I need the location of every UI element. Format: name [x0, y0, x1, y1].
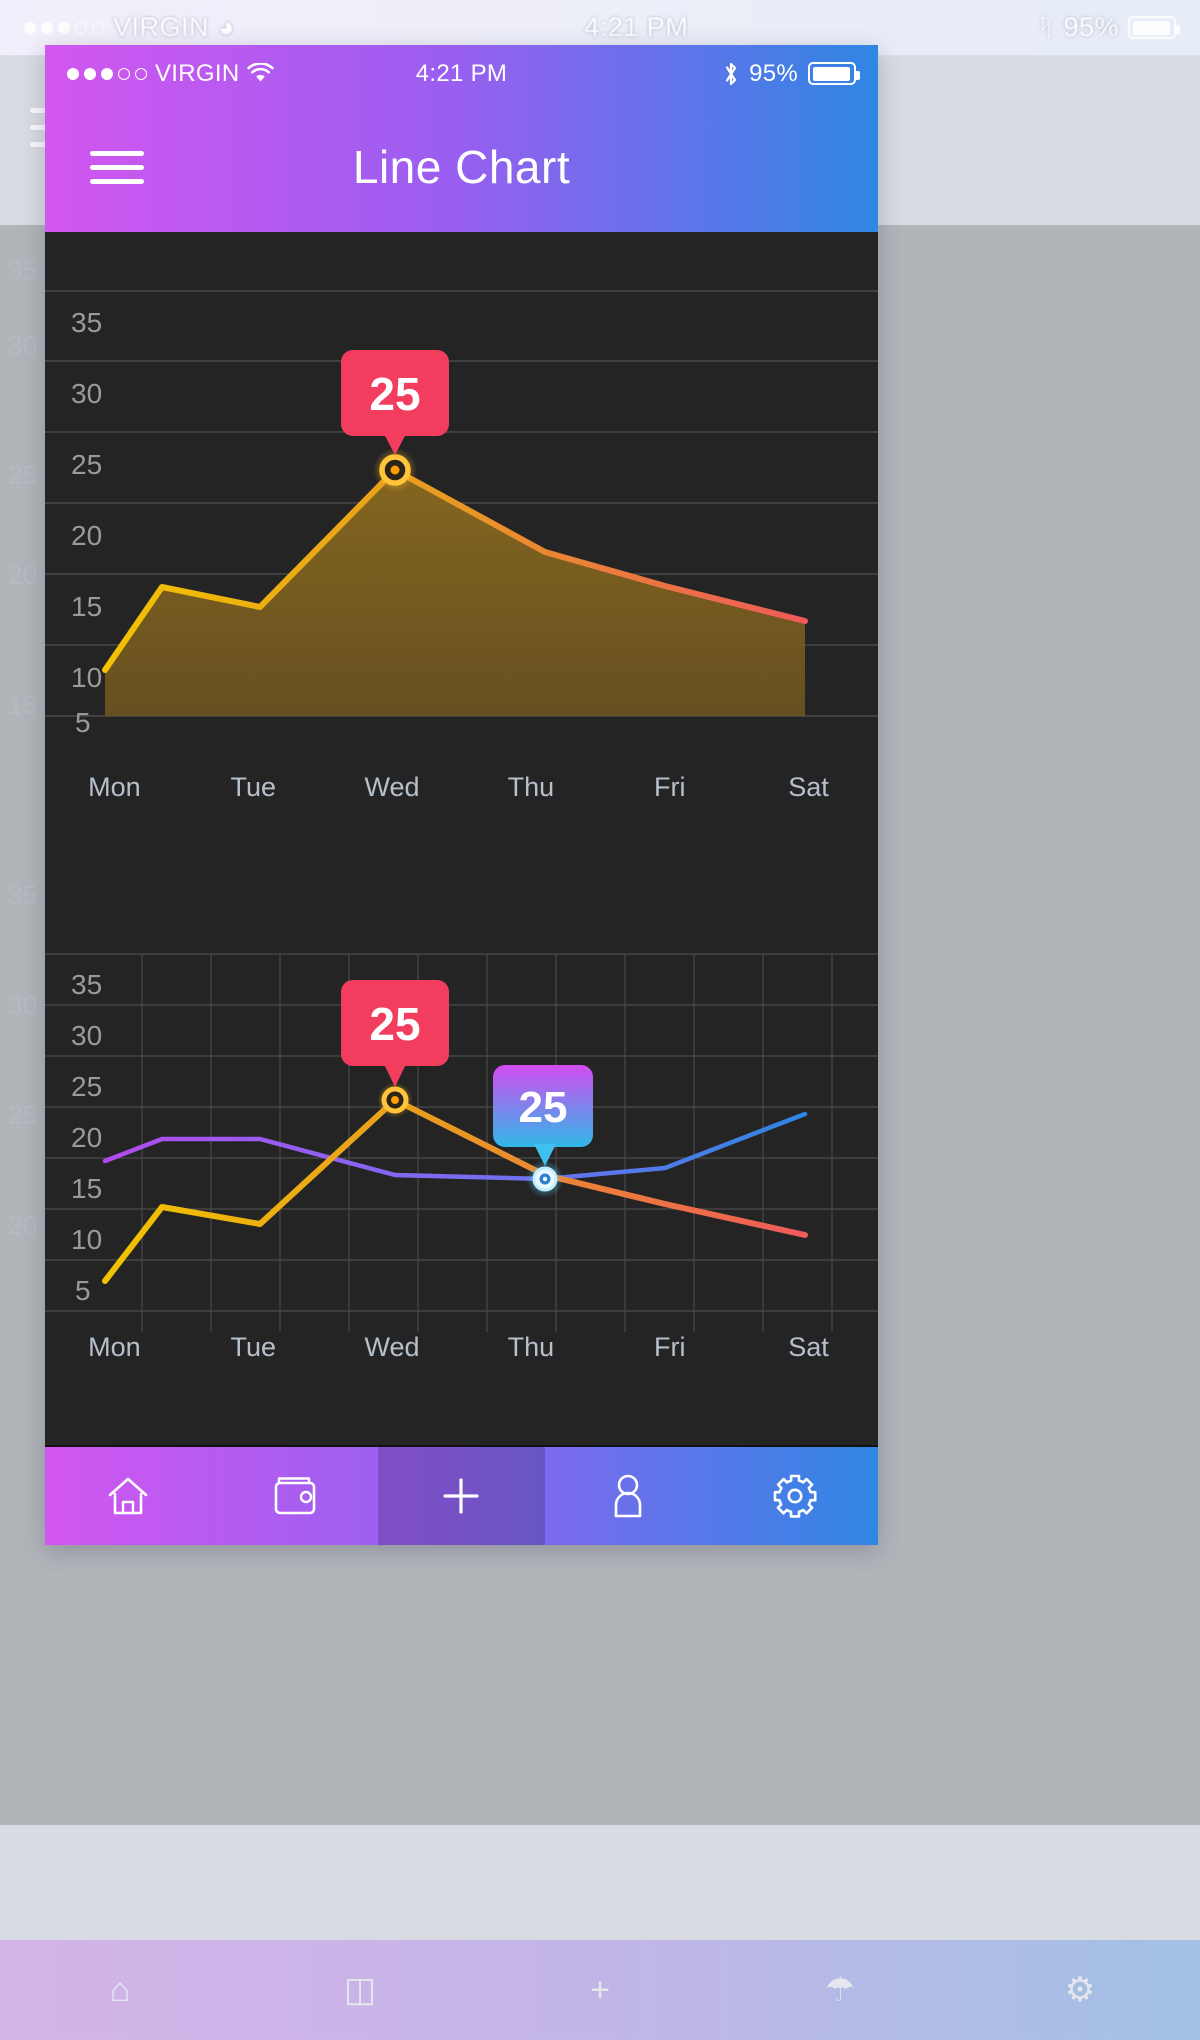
tab-profile[interactable] — [545, 1447, 712, 1545]
tooltip-value-label: 25 — [369, 998, 420, 1050]
bluetooth-icon — [723, 61, 739, 87]
background-y-label: 25 — [8, 1100, 37, 1130]
svg-text:15: 15 — [71, 1173, 102, 1204]
background-battery-icon — [1128, 16, 1180, 39]
carrier-label: VIRGIN — [155, 59, 240, 87]
page-title: Line Chart — [352, 141, 571, 193]
gear-icon — [771, 1472, 819, 1520]
x-label-thu: Thu — [507, 772, 555, 802]
background-tab-wallet: ◫ — [343, 1971, 377, 2009]
tooltip-callout-red[interactable]: 25 — [341, 980, 449, 1087]
y-axis-labels: 35 30 25 20 15 10 5 — [71, 969, 102, 1306]
hamburger-menu-icon[interactable] — [90, 142, 144, 193]
x-label-sat: Sat — [788, 1332, 829, 1362]
plus-icon — [438, 1473, 484, 1519]
background-signal-dots — [24, 21, 104, 34]
x-label-tue: Tue — [230, 772, 276, 802]
x-label-wed: Wed — [364, 1332, 420, 1362]
svg-text:20: 20 — [71, 520, 102, 551]
signal-strength-dots — [67, 67, 147, 80]
svg-text:10: 10 — [71, 1224, 102, 1255]
tooltip-callout-red[interactable]: 25 — [341, 350, 449, 455]
tab-add[interactable] — [378, 1447, 545, 1545]
series-a-line — [102, 1097, 808, 1284]
tab-wallet[interactable] — [212, 1447, 379, 1545]
navigation-bar: Line Chart — [45, 102, 878, 232]
x-axis-labels-bottom: Mon Tue Wed Thu Fri Sat — [45, 1332, 878, 1392]
tab-home[interactable] — [45, 1447, 212, 1545]
wifi-icon — [247, 63, 275, 84]
svg-text:20: 20 — [71, 1122, 102, 1153]
background-time-label: 4:21 PM — [584, 12, 689, 42]
x-label-mon: Mon — [88, 1332, 141, 1362]
background-y-label: 25 — [8, 460, 37, 490]
grid-lines — [45, 953, 878, 1332]
x-label-tue: Tue — [230, 1332, 276, 1362]
background-carrier-label: VIRGIN — [113, 12, 210, 42]
background-tab-profile: ☂ — [824, 1971, 856, 2009]
x-label-fri: Fri — [653, 1332, 686, 1362]
tab-settings[interactable] — [711, 1447, 878, 1545]
background-y-label: 20 — [8, 1210, 37, 1240]
phone-screenshot: VIRGIN 4:21 PM 95% Line Chart 35 30 25 2… — [45, 45, 878, 1545]
background-y-label: 30 — [8, 330, 37, 360]
battery-icon — [808, 62, 860, 85]
background-tab-bar: ⌂ ◫ + ☂ ⚙ — [0, 1940, 1200, 2040]
battery-percent-label: 95% — [749, 59, 798, 87]
background-y-label: 15 — [8, 690, 37, 720]
background-y-label: 20 — [8, 560, 37, 590]
x-label-wed: Wed — [364, 772, 420, 802]
x-label-mon: Mon — [88, 772, 141, 802]
series-b-line — [102, 1111, 808, 1182]
svg-text:30: 30 — [71, 1020, 102, 1051]
tab-bar — [45, 1445, 878, 1545]
background-y-label: 35 — [8, 880, 37, 910]
x-axis-labels-top: Mon Tue Wed Thu Fri Sat — [45, 772, 878, 832]
svg-text:25: 25 — [71, 449, 102, 480]
x-label-thu: Thu — [507, 1332, 555, 1362]
svg-text:35: 35 — [71, 969, 102, 1000]
svg-text:30: 30 — [71, 378, 102, 409]
line-chart-bottom[interactable]: 35 30 25 20 15 10 5 25 25 Mon Tue Wed Th… — [45, 932, 878, 1432]
line-chart-top[interactable]: 35 30 25 20 15 10 5 25 Mon Tue Wed Thu F… — [45, 232, 878, 932]
background-tab-home: ⌂ — [109, 1970, 131, 2009]
person-icon — [606, 1472, 650, 1520]
background-tab-add: + — [590, 1970, 610, 2009]
status-bar: VIRGIN 4:21 PM 95% — [45, 45, 878, 102]
background-tab-settings: ⚙ — [1064, 1971, 1096, 2009]
svg-text:25: 25 — [71, 1071, 102, 1102]
chart-content-area: 35 30 25 20 15 10 5 25 Mon Tue Wed Thu F… — [45, 232, 878, 1545]
tooltip-value-label: 25 — [519, 1083, 568, 1132]
clock-label: 4:21 PM — [415, 59, 508, 87]
tooltip-value-label: 25 — [369, 368, 420, 420]
background-y-label: 30 — [8, 990, 37, 1020]
wallet-icon — [271, 1474, 319, 1518]
background-y-label: 35 — [8, 255, 37, 285]
data-point-core — [390, 465, 400, 475]
data-point-center-dot — [542, 1176, 548, 1182]
background-bluetooth-icon: ᛪ — [1037, 12, 1055, 42]
x-label-sat: Sat — [788, 772, 829, 802]
svg-text:15: 15 — [71, 591, 102, 622]
home-icon — [105, 1473, 151, 1519]
data-point-core — [391, 1096, 399, 1104]
svg-text:5: 5 — [75, 1275, 91, 1306]
tooltip-callout-blue[interactable]: 25 — [493, 1065, 593, 1166]
background-wifi-icon: ◕ — [218, 12, 235, 42]
y-axis-labels: 35 30 25 20 15 10 5 — [71, 307, 102, 738]
background-battery-label: 95% — [1063, 12, 1119, 42]
svg-text:35: 35 — [71, 307, 102, 338]
svg-text:10: 10 — [71, 662, 102, 693]
x-label-fri: Fri — [653, 772, 686, 802]
svg-text:5: 5 — [75, 707, 91, 738]
